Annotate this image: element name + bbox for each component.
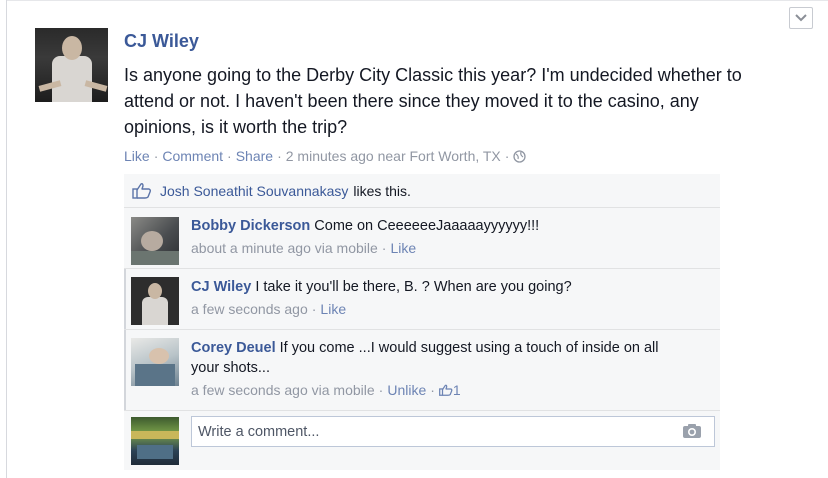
chevron-down-icon (795, 14, 807, 22)
globe-icon[interactable] (513, 150, 527, 163)
separator: · (227, 148, 232, 164)
comment-link[interactable]: Comment (162, 148, 223, 164)
separator: · (311, 301, 317, 317)
comments-panel: Josh Soneathit Souvannakasy likes this. … (124, 174, 720, 470)
comment-timestamp[interactable]: about a minute ago via mobile (191, 240, 378, 256)
comment-text: Come on CeeeeeeJaaaaayyyyyy!!! (314, 218, 540, 234)
comment-timestamp[interactable]: a few seconds ago (191, 301, 308, 317)
comment-timestamp[interactable]: a few seconds ago via mobile (191, 382, 375, 398)
comment-input[interactable] (192, 417, 668, 446)
post-options-button[interactable] (789, 7, 813, 29)
commenter-avatar[interactable] (131, 277, 179, 325)
separator: · (504, 148, 510, 164)
frame-left-border (6, 0, 7, 478)
share-link[interactable]: Share (236, 148, 273, 164)
separator: · (153, 148, 159, 164)
new-comment-indicator (124, 269, 126, 329)
commenter-avatar[interactable] (131, 217, 179, 265)
author-avatar[interactable] (35, 28, 108, 102)
separator: · (277, 148, 282, 164)
comment-text: I take it you'll be there, B. ? When are… (255, 279, 572, 295)
comment-item: Bobby Dickerson Come on CeeeeeeJaaaaayyy… (124, 208, 720, 268)
commenter-avatar[interactable] (131, 338, 179, 386)
thumbs-up-icon (438, 384, 453, 396)
likes-text: likes this. (353, 182, 411, 199)
liker-name[interactable]: Josh Soneathit Souvannakasy (160, 183, 348, 199)
current-user-avatar (131, 417, 179, 465)
comment-author[interactable]: CJ Wiley (191, 279, 251, 295)
separator: · (430, 382, 435, 398)
post-timestamp[interactable]: 2 minutes ago near Fort Worth, TX (286, 148, 501, 164)
post-meta: Like · Comment · Share · 2 minutes ago near Fo… (124, 148, 527, 164)
post-text: Is anyone going to the Derby City Classi… (124, 65, 742, 137)
comment-item: CJ Wiley I take it you'll be there, B. ?… (124, 269, 720, 329)
frame-top-border (6, 0, 828, 1)
like-count-value: 1 (452, 382, 461, 398)
separator: · (378, 382, 384, 398)
comment-author[interactable]: Bobby Dickerson (191, 218, 310, 234)
comment-unlike-link[interactable]: Unlike (387, 382, 426, 398)
comment-like-link[interactable]: Like (320, 301, 346, 317)
comment-box[interactable] (191, 416, 715, 447)
new-comment-indicator (124, 330, 126, 410)
comment-author[interactable]: Corey Deuel (191, 340, 276, 356)
post-author-name[interactable]: CJ Wiley (124, 31, 199, 52)
comment-like-link[interactable]: Like (390, 240, 416, 256)
separator: · (381, 240, 387, 256)
likes-sentence: Josh Soneathit Souvannakasy likes this. (132, 182, 411, 199)
camera-icon[interactable] (682, 423, 702, 439)
comment-like-count[interactable]: 1 (438, 382, 461, 398)
comment-item: Corey Deuel If you come ...I would sugge… (124, 330, 720, 410)
thumbs-up-icon (132, 183, 152, 199)
like-link[interactable]: Like (124, 148, 150, 164)
